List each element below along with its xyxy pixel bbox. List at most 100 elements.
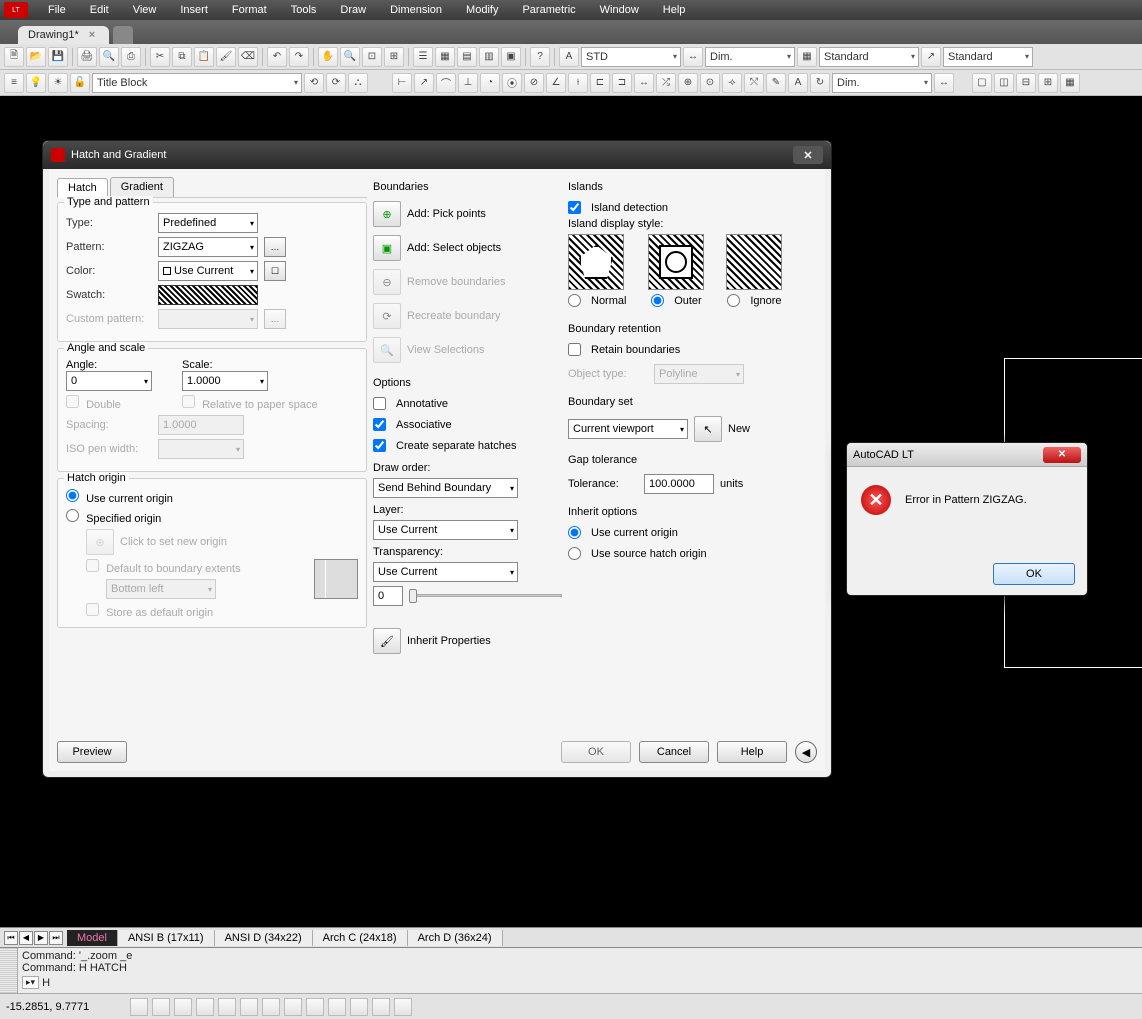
preview-icon[interactable]: 🔍 <box>99 47 119 67</box>
island-detection-checkbox[interactable]: Island detection <box>568 201 817 214</box>
otrack-icon[interactable] <box>240 998 258 1016</box>
eraser-icon[interactable]: ⌫ <box>238 47 258 67</box>
error-ok-button[interactable]: OK <box>993 563 1075 585</box>
dim-ali-icon[interactable]: ↗ <box>414 73 434 93</box>
menu-view[interactable]: View <box>121 2 169 18</box>
model-icon[interactable] <box>372 998 390 1016</box>
grip-icon[interactable] <box>0 948 18 993</box>
zoom-icon[interactable]: 🔍 <box>340 47 360 67</box>
command-input[interactable]: ▸▾ H <box>22 976 1138 989</box>
annotative-checkbox[interactable]: Annotative <box>373 397 562 410</box>
vp5-icon[interactable]: ▦ <box>1060 73 1080 93</box>
props-icon[interactable]: ☰ <box>413 47 433 67</box>
tolerance-input[interactable]: 100.0000 <box>644 474 714 494</box>
table-icon[interactable]: ▦ <box>797 47 817 67</box>
prev-sheet-icon[interactable]: ◀ <box>19 931 33 945</box>
help-button[interactable]: Help <box>717 741 787 763</box>
menu-format[interactable]: Format <box>220 2 279 18</box>
bset-select-icon[interactable]: ↖ <box>694 416 722 442</box>
undo-icon[interactable]: ↶ <box>267 47 287 67</box>
dim-cont-icon[interactable]: ⊐ <box>612 73 632 93</box>
new-icon[interactable]: 🗎 <box>4 47 24 67</box>
island-normal-radio[interactable]: Normal <box>568 294 626 307</box>
sheet-tab[interactable]: Arch C (24x18) <box>313 930 408 946</box>
type-combo[interactable]: Predefined <box>158 213 258 233</box>
copy-icon[interactable]: ⧉ <box>172 47 192 67</box>
paste-icon[interactable]: 📋 <box>194 47 214 67</box>
use-current-origin-radio[interactable]: Use current origin <box>66 489 173 505</box>
dim-base-icon[interactable]: ⊏ <box>590 73 610 93</box>
pattern-browse-button[interactable]: … <box>264 237 286 257</box>
select-objects-label[interactable]: Add: Select objects <box>407 242 501 254</box>
scale-combo[interactable]: 1.0000 <box>182 371 268 391</box>
tab-gradient[interactable]: Gradient <box>110 177 174 197</box>
palette4-icon[interactable]: ▣ <box>501 47 521 67</box>
new-tab-button[interactable] <box>113 26 133 44</box>
dialog-titlebar[interactable]: Hatch and Gradient ✕ <box>43 141 831 169</box>
dim-tol-icon[interactable]: ⊕ <box>678 73 698 93</box>
dim-ord-icon[interactable]: ⊥ <box>458 73 478 93</box>
text-style-combo[interactable]: STD <box>581 47 681 67</box>
swatch-preview[interactable] <box>158 285 258 305</box>
last-sheet-icon[interactable]: ⏭ <box>49 931 63 945</box>
redo-icon[interactable]: ↷ <box>289 47 309 67</box>
retain-boundaries-checkbox[interactable]: Retain boundaries <box>568 343 817 356</box>
publish-icon[interactable]: ⎙ <box>121 47 141 67</box>
separate-hatches-checkbox[interactable]: Create separate hatches <box>373 439 562 452</box>
tpy-icon[interactable] <box>306 998 324 1016</box>
dim-icon[interactable]: ↔ <box>683 47 703 67</box>
error-titlebar[interactable]: AutoCAD LT ✕ <box>847 443 1087 467</box>
layer-combo-dlg[interactable]: Use Current <box>373 520 518 540</box>
polar-icon[interactable] <box>196 998 214 1016</box>
print-icon[interactable]: 🖨 <box>77 47 97 67</box>
menu-window[interactable]: Window <box>588 2 651 18</box>
palette1-icon[interactable]: ▦ <box>435 47 455 67</box>
inherit-props-label[interactable]: Inherit Properties <box>407 635 491 647</box>
dyn-icon[interactable] <box>262 998 280 1016</box>
match-icon[interactable]: 🖌 <box>216 47 236 67</box>
ok-button[interactable]: OK <box>561 741 631 763</box>
menu-modify[interactable]: Modify <box>454 2 510 18</box>
menu-dimension[interactable]: Dimension <box>378 2 454 18</box>
mleader-icon[interactable]: ↗ <box>921 47 941 67</box>
dim-dia-icon[interactable]: ⊘ <box>524 73 544 93</box>
vp3-icon[interactable]: ⊟ <box>1016 73 1036 93</box>
menu-tools[interactable]: Tools <box>279 2 329 18</box>
tab-hatch[interactable]: Hatch <box>57 178 108 198</box>
draworder-combo[interactable]: Send Behind Boundary <box>373 478 518 498</box>
select-objects-icon[interactable]: ▣ <box>373 235 401 261</box>
sheet-tab[interactable]: ANSI D (34x22) <box>215 930 313 946</box>
menu-edit[interactable]: Edit <box>78 2 121 18</box>
pan-icon[interactable]: ✋ <box>318 47 338 67</box>
palette3-icon[interactable]: ▥ <box>479 47 499 67</box>
sheet-tab[interactable]: ANSI B (17x11) <box>118 930 215 946</box>
dim-rad-icon[interactable]: ◔ <box>480 73 500 93</box>
transp-slider[interactable] <box>409 587 562 605</box>
osnap-icon[interactable] <box>218 998 236 1016</box>
menu-help[interactable]: Help <box>651 2 698 18</box>
inherit-current-radio[interactable]: Use current origin <box>568 526 817 539</box>
dim-style2-combo[interactable]: Dim. <box>832 73 932 93</box>
dim-upd-icon[interactable]: ↻ <box>810 73 830 93</box>
lwt-icon[interactable] <box>284 998 302 1016</box>
dim-break-icon[interactable]: ⤮ <box>656 73 676 93</box>
close-icon[interactable]: ✕ <box>1043 447 1081 463</box>
sheet-model[interactable]: Model <box>67 930 118 946</box>
dim-tedit-icon[interactable]: A <box>788 73 808 93</box>
first-sheet-icon[interactable]: ⏮ <box>4 931 18 945</box>
menu-draw[interactable]: Draw <box>328 2 378 18</box>
angle-combo[interactable]: 0 <box>66 371 152 391</box>
island-ignore-preview[interactable] <box>726 234 782 290</box>
grid-icon[interactable] <box>152 998 170 1016</box>
vp2-icon[interactable]: ◫ <box>994 73 1014 93</box>
layer-tool1-icon[interactable]: ⟲ <box>304 73 324 93</box>
layer-combo[interactable]: Title Block <box>92 73 302 93</box>
dim-arc-icon[interactable]: ⌒ <box>436 73 456 93</box>
save-icon[interactable]: 💾 <box>48 47 68 67</box>
close-icon[interactable]: ✕ <box>793 146 823 164</box>
island-normal-preview[interactable] <box>568 234 624 290</box>
pattern-combo[interactable]: ZIGZAG <box>158 237 258 257</box>
dim-style-btn[interactable]: ↔ <box>934 73 954 93</box>
cancel-button[interactable]: Cancel <box>639 741 709 763</box>
sc-icon[interactable] <box>350 998 368 1016</box>
